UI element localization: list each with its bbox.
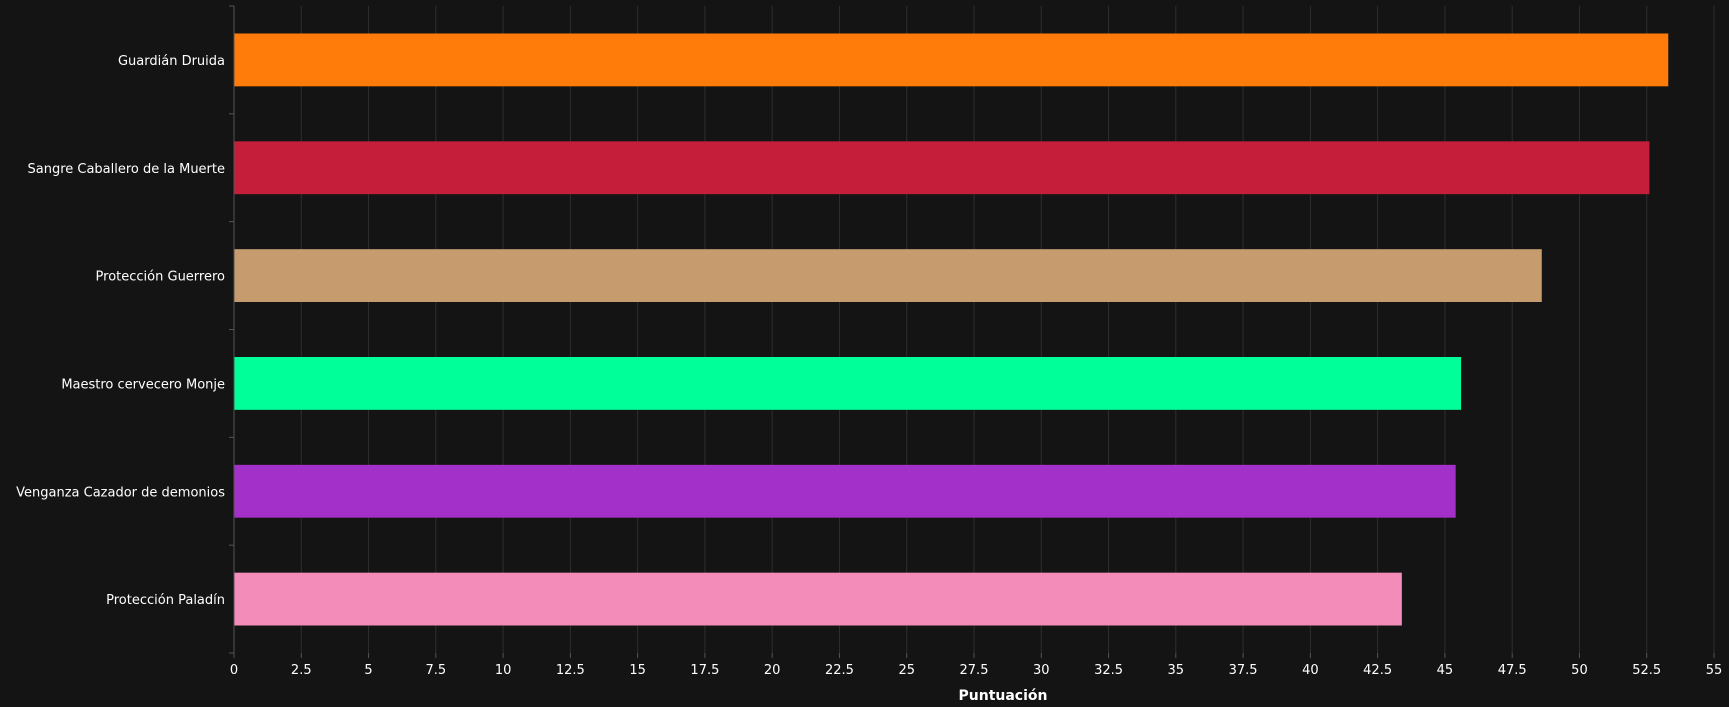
x-axis: 0 2.5 5 7.5 10 12.5 15 17.5 20 22.5 25 27.5 30 32.5 35… — [230, 653, 1722, 678]
x-tick-label: 45 — [1437, 663, 1454, 678]
x-tick-label: 15 — [629, 663, 646, 678]
category-label: Protección Paladín — [106, 593, 225, 608]
bar[interactable] — [234, 572, 1402, 626]
bar[interactable] — [234, 33, 1669, 87]
x-tick-label: 40 — [1302, 663, 1319, 678]
bars — [234, 33, 1669, 626]
x-tick-label: 25 — [898, 663, 915, 678]
category-label: Protección Guerrero — [96, 270, 225, 285]
x-tick-label: 0 — [230, 663, 238, 678]
x-tick-label: 55 — [1706, 663, 1723, 678]
x-tick-label: 20 — [764, 663, 781, 678]
gridlines — [300, 6, 1715, 653]
x-tick-label: 2.5 — [291, 663, 312, 678]
x-tick-label: 22.5 — [825, 663, 854, 678]
bar-chart: Guardián Druida Sangre Caballero de la Mu… — [16, 5, 1722, 704]
bar[interactable] — [234, 464, 1456, 518]
x-tick-label: 42.5 — [1363, 663, 1392, 678]
x-axis-title: Puntuación — [959, 688, 1048, 704]
y-axis: Guardián Druida Sangre Caballero de la Mu… — [16, 5, 235, 654]
x-tick-label: 37.5 — [1229, 663, 1258, 678]
bar[interactable] — [234, 356, 1462, 410]
x-tick-label: 5 — [364, 663, 372, 678]
category-label: Maestro cervecero Monje — [61, 377, 225, 392]
category-label: Guardián Druida — [118, 54, 225, 69]
x-tick-label: 52.5 — [1632, 663, 1661, 678]
x-tick-label: 27.5 — [960, 663, 989, 678]
x-tick-label: 12.5 — [556, 663, 585, 678]
x-tick-label: 35 — [1168, 663, 1185, 678]
x-tick-label: 7.5 — [425, 663, 446, 678]
category-label: Venganza Cazador de demonios — [16, 485, 225, 500]
x-tick-label: 17.5 — [690, 663, 719, 678]
bar[interactable] — [234, 141, 1650, 195]
category-label: Sangre Caballero de la Muerte — [27, 162, 225, 177]
x-tick-label: 30 — [1033, 663, 1050, 678]
x-tick-label: 50 — [1571, 663, 1588, 678]
x-tick-label: 32.5 — [1094, 663, 1123, 678]
x-tick-label: 47.5 — [1498, 663, 1527, 678]
x-tick-label: 10 — [495, 663, 512, 678]
bar[interactable] — [234, 249, 1542, 303]
